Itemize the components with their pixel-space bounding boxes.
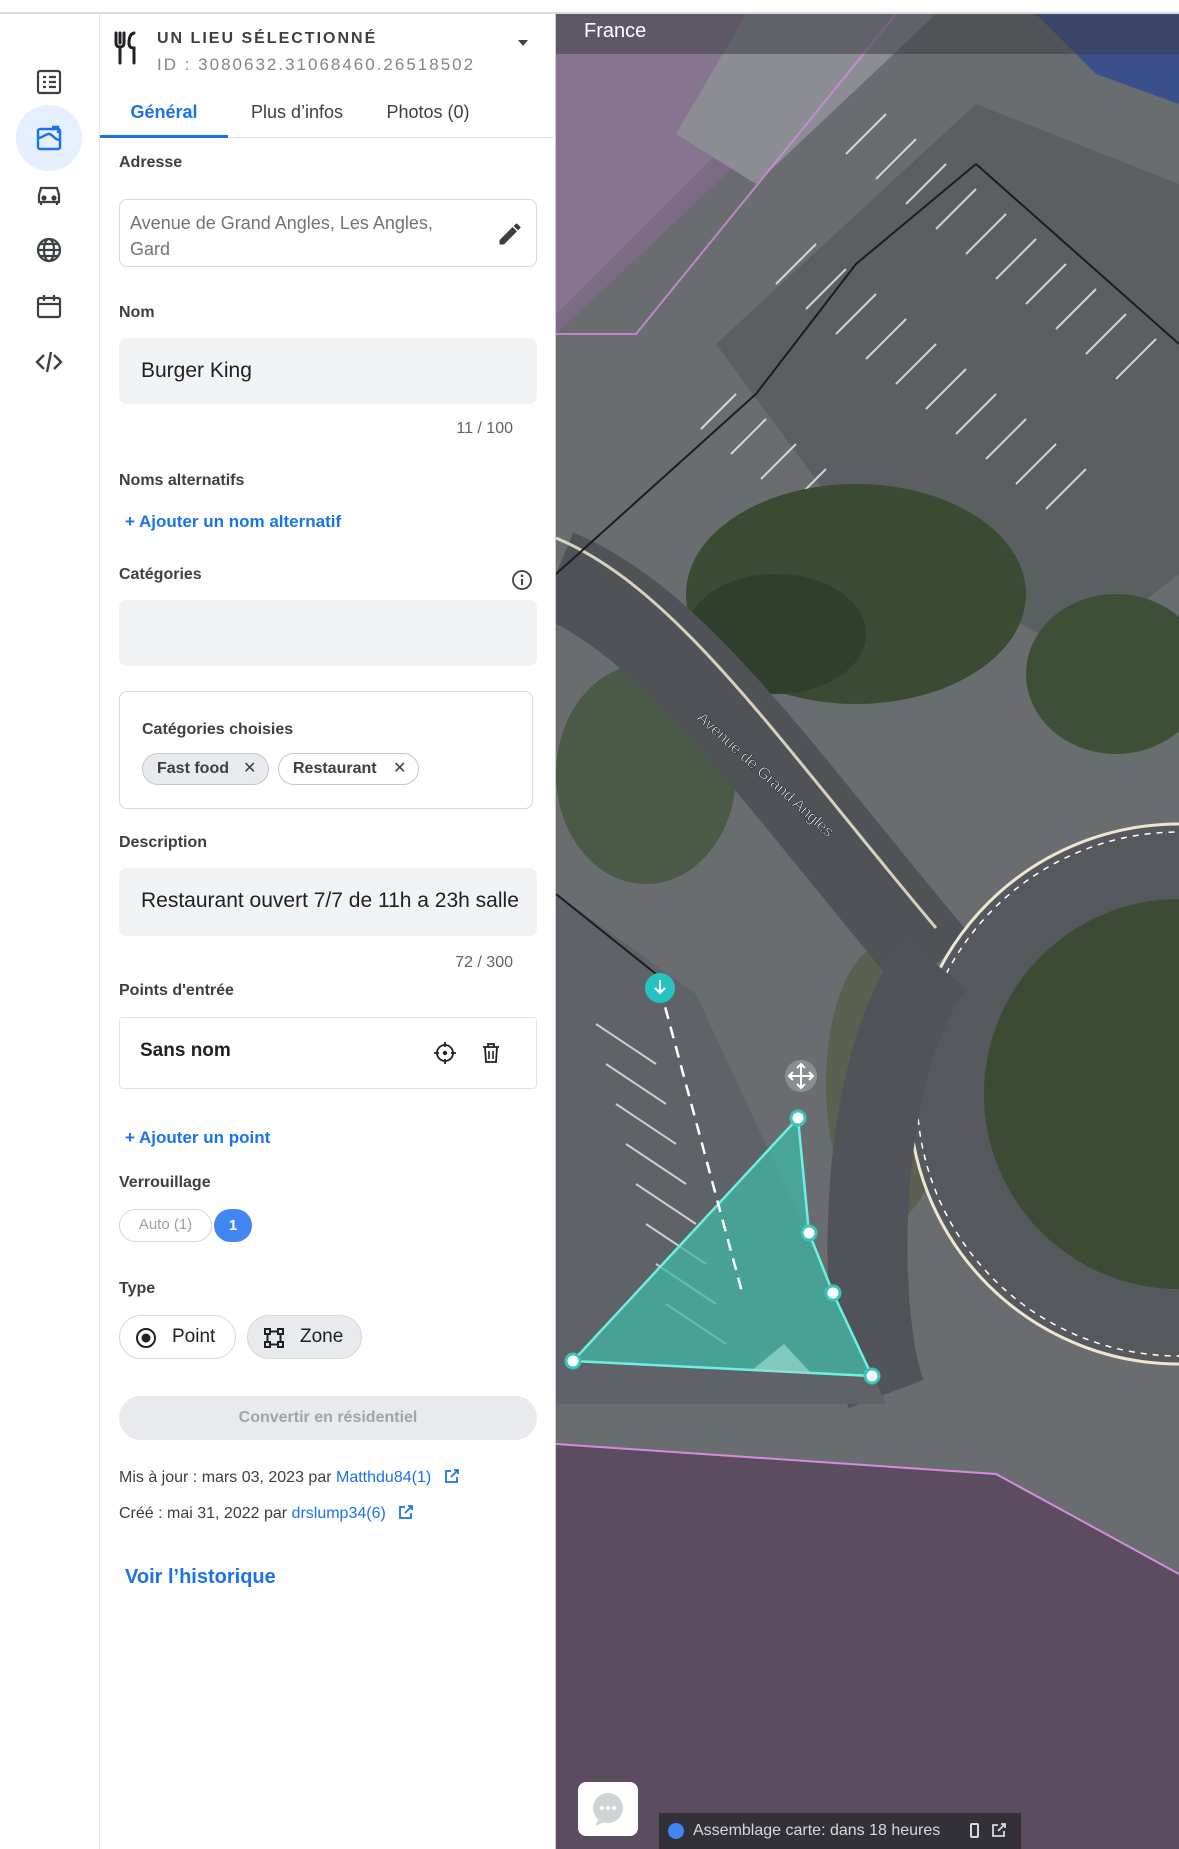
- type-zone-button[interactable]: Zone: [247, 1315, 362, 1359]
- map-location-bar: France: [556, 14, 1179, 54]
- chat-icon: [593, 1793, 623, 1826]
- updated-info: Mis à jour : mars 03, 2023 par Matthdu84…: [119, 1468, 460, 1487]
- map-build-status-text: Assemblage carte: dans 18 heures: [693, 1822, 941, 1839]
- description-input[interactable]: Restaurant ouvert 7/7 de 11h a 23h salle: [119, 868, 537, 936]
- chip-label: Restaurant: [293, 760, 377, 777]
- tab-bar: Général Plus d’infos Photos (0): [100, 98, 556, 138]
- external-link-icon[interactable]: [444, 1468, 460, 1484]
- type-point-label: Point: [172, 1326, 216, 1347]
- map-view[interactable]: Avenue de Grand Angles France Assemblage…: [556, 14, 1179, 1849]
- type-zone-label: Zone: [300, 1326, 344, 1347]
- category-chip-restaurant[interactable]: Restaurant ✕: [278, 753, 419, 785]
- name-value: Burger King: [141, 359, 252, 382]
- tab-general[interactable]: Général: [100, 98, 228, 138]
- fork-knife-icon: [114, 31, 136, 65]
- pencil-icon[interactable]: [496, 220, 524, 248]
- external-link-icon[interactable]: [398, 1504, 414, 1520]
- entry-point-marker[interactable]: [645, 973, 675, 1003]
- alt-names-label: Noms alternatifs: [119, 472, 245, 489]
- radio-point-icon: [136, 1328, 156, 1348]
- categories-input[interactable]: [119, 600, 537, 666]
- close-icon[interactable]: ✕: [393, 754, 406, 783]
- entry-points-label: Points d'entrée: [119, 982, 234, 999]
- left-rail: [0, 14, 100, 1849]
- created-prefix: Créé : mai 31, 2022 par: [119, 1505, 288, 1522]
- check-icon: [668, 1823, 684, 1839]
- created-user-link[interactable]: drslump34(6): [292, 1505, 386, 1522]
- categories-label: Catégories: [119, 566, 202, 583]
- name-counter: 11 / 100: [456, 420, 513, 437]
- type-label: Type: [119, 1280, 156, 1297]
- updated-user-link[interactable]: Matthdu84(1): [336, 1469, 431, 1486]
- entry-point-name: Sans nom: [140, 1040, 231, 1061]
- created-info: Créé : mai 31, 2022 par drslump34(6): [119, 1504, 414, 1523]
- external-link-icon[interactable]: [991, 1822, 1007, 1838]
- move-handle-icon[interactable]: [785, 1060, 817, 1092]
- chat-button[interactable]: [578, 1782, 638, 1836]
- lock-level-selected[interactable]: 1: [214, 1209, 252, 1242]
- chosen-categories-title: Catégories choisies: [142, 721, 294, 738]
- updated-prefix: Mis à jour : mars 03, 2023 par: [119, 1469, 332, 1486]
- add-alt-name-link[interactable]: + Ajouter un nom alternatif: [125, 512, 341, 532]
- chip-label: Fast food: [157, 760, 229, 777]
- mobile-icon[interactable]: [970, 1823, 979, 1838]
- address-label: Adresse: [119, 154, 183, 171]
- close-icon[interactable]: ✕: [243, 754, 256, 783]
- address-value: Avenue de Grand Angles, Les Angles, Gard: [130, 213, 433, 259]
- type-point-button[interactable]: Point: [119, 1315, 236, 1359]
- view-history-link[interactable]: Voir l’historique: [125, 1566, 276, 1589]
- code-icon[interactable]: [16, 329, 82, 395]
- add-entry-point-link[interactable]: + Ajouter un point: [125, 1128, 270, 1148]
- place-id: ID : 3080632.31068460.26518502: [157, 55, 476, 74]
- chevron-down-icon[interactable]: [518, 40, 528, 46]
- name-input[interactable]: Burger King: [119, 338, 537, 404]
- place-edit-panel: UN LIEU SÉLECTIONNÉ ID : 3080632.3106846…: [100, 14, 556, 1849]
- info-icon[interactable]: [511, 569, 533, 591]
- selected-place-type: UN LIEU SÉLECTIONNÉ: [157, 30, 378, 47]
- lock-label: Verrouillage: [119, 1174, 211, 1191]
- map-build-status: Assemblage carte: dans 18 heures: [659, 1813, 1021, 1849]
- satellite-map[interactable]: Avenue de Grand Angles: [556, 14, 1179, 1849]
- chosen-categories-box: Catégories choisies Fast food ✕ Restaura…: [119, 691, 533, 809]
- entry-point-item[interactable]: Sans nom: [119, 1017, 537, 1089]
- description-counter: 72 / 300: [455, 954, 513, 971]
- trash-icon[interactable]: [481, 1042, 501, 1064]
- polygon-icon: [264, 1328, 284, 1348]
- description-label: Description: [119, 834, 208, 851]
- lock-auto-option[interactable]: Auto (1): [119, 1209, 212, 1242]
- tab-photos[interactable]: Photos (0): [362, 98, 494, 138]
- convert-residential-button[interactable]: Convertir en résidentiel: [119, 1396, 537, 1440]
- tab-more-info[interactable]: Plus d’infos: [228, 98, 366, 138]
- category-chip-fast-food[interactable]: Fast food ✕: [142, 753, 269, 785]
- crosshair-icon[interactable]: [434, 1042, 456, 1064]
- name-label: Nom: [119, 304, 155, 321]
- address-field[interactable]: Avenue de Grand Angles, Les Angles, Gard: [119, 199, 537, 267]
- map-country-label: France: [584, 20, 647, 42]
- description-value: Restaurant ouvert 7/7 de 11h a 23h salle: [141, 889, 519, 912]
